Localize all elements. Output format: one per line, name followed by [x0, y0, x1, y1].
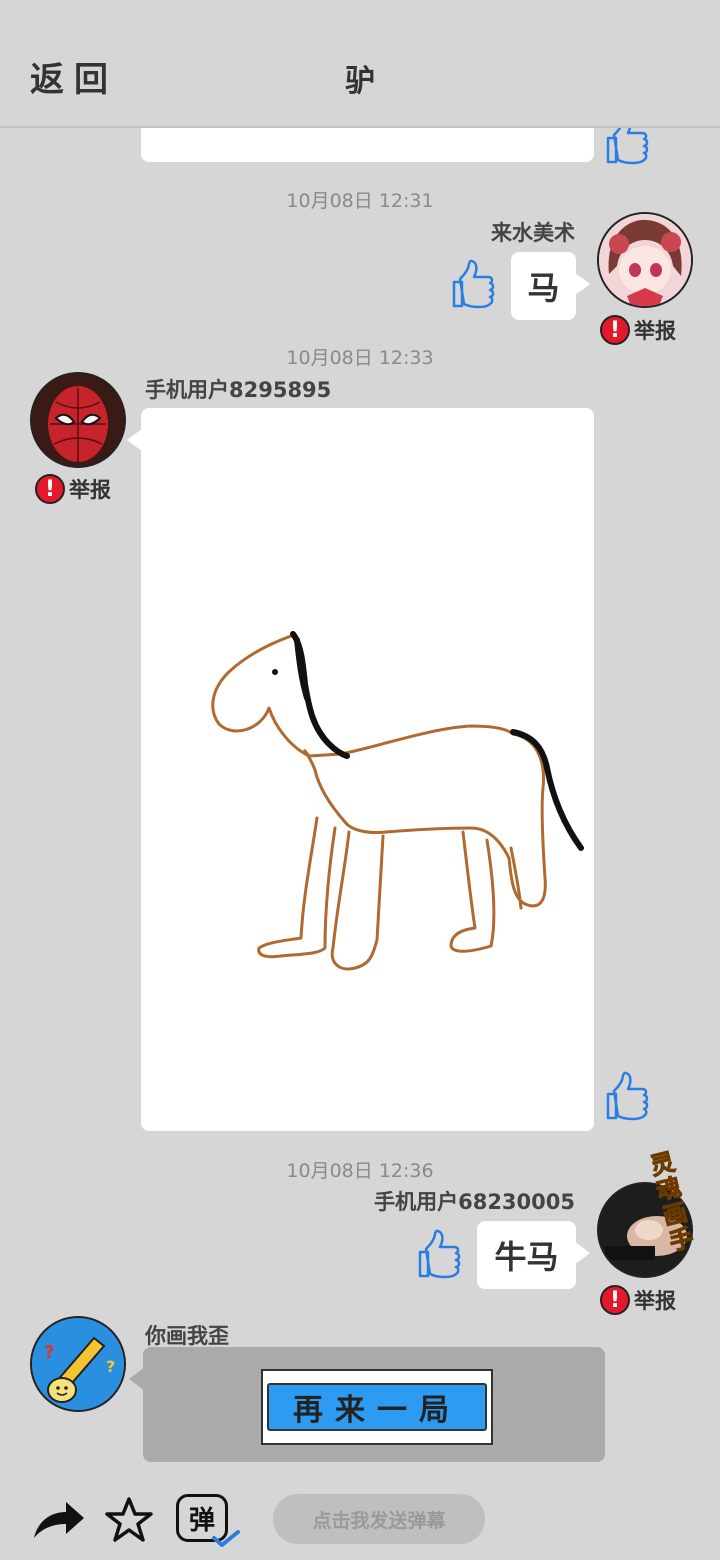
timestamp: 10月08日 12:31 [286, 190, 434, 212]
username: 手机用户8295895 [145, 378, 332, 402]
timestamp: 10月08日 12:33 [286, 347, 434, 369]
like-icon[interactable] [448, 256, 500, 312]
like-icon[interactable] [602, 1068, 654, 1124]
alert-icon: ! [600, 1285, 630, 1315]
share-icon[interactable] [30, 1498, 86, 1542]
soul-painter-badge: 灵魂画手 [630, 1147, 716, 1260]
drawing-bubble [127, 408, 594, 1131]
svg-text:?: ? [44, 1342, 54, 1363]
alert-icon: ! [600, 315, 630, 345]
donkey-drawing [211, 631, 584, 971]
svg-text:?: ? [106, 1357, 115, 1376]
report-button[interactable]: ! 举报 [600, 1285, 676, 1315]
report-label: 举报 [69, 478, 111, 502]
game-name: 你画我歪 [145, 1324, 229, 1348]
report-label: 举报 [634, 319, 676, 343]
alert-icon: ! [35, 474, 65, 504]
report-button[interactable]: ! 举报 [35, 474, 111, 504]
badge-text: 灵魂画手 [647, 1147, 697, 1257]
star-icon[interactable] [104, 1496, 154, 1544]
game-logo-avatar: ? ? [30, 1316, 126, 1412]
username: 手机用户68230005 [374, 1190, 575, 1214]
top-bar: 返回 驴 [0, 0, 720, 128]
game-bubble: 再来一局 [129, 1347, 605, 1462]
danmu-input[interactable]: 点击我发送弹幕 [273, 1494, 485, 1544]
play-again-label: 再来一局 [267, 1383, 487, 1431]
page-title: 驴 [345, 64, 375, 99]
check-icon [212, 1530, 240, 1547]
message-text: 牛马 [494, 1238, 559, 1276]
avatar[interactable] [597, 212, 693, 308]
timestamp: 10月08日 12:36 [286, 1160, 434, 1182]
report-label: 举报 [634, 1289, 676, 1313]
username: 来水美术 [491, 221, 575, 245]
avatar[interactable] [30, 372, 126, 468]
message-bubble: 牛马 [477, 1221, 590, 1289]
report-button[interactable]: ! 举报 [600, 315, 676, 345]
like-icon[interactable] [414, 1226, 466, 1282]
message-text: 马 [527, 269, 560, 307]
danmu-placeholder: 点击我发送弹幕 [312, 1509, 446, 1532]
play-again-button[interactable]: 再来一局 [261, 1369, 493, 1445]
message-bubble: 马 [511, 252, 590, 320]
